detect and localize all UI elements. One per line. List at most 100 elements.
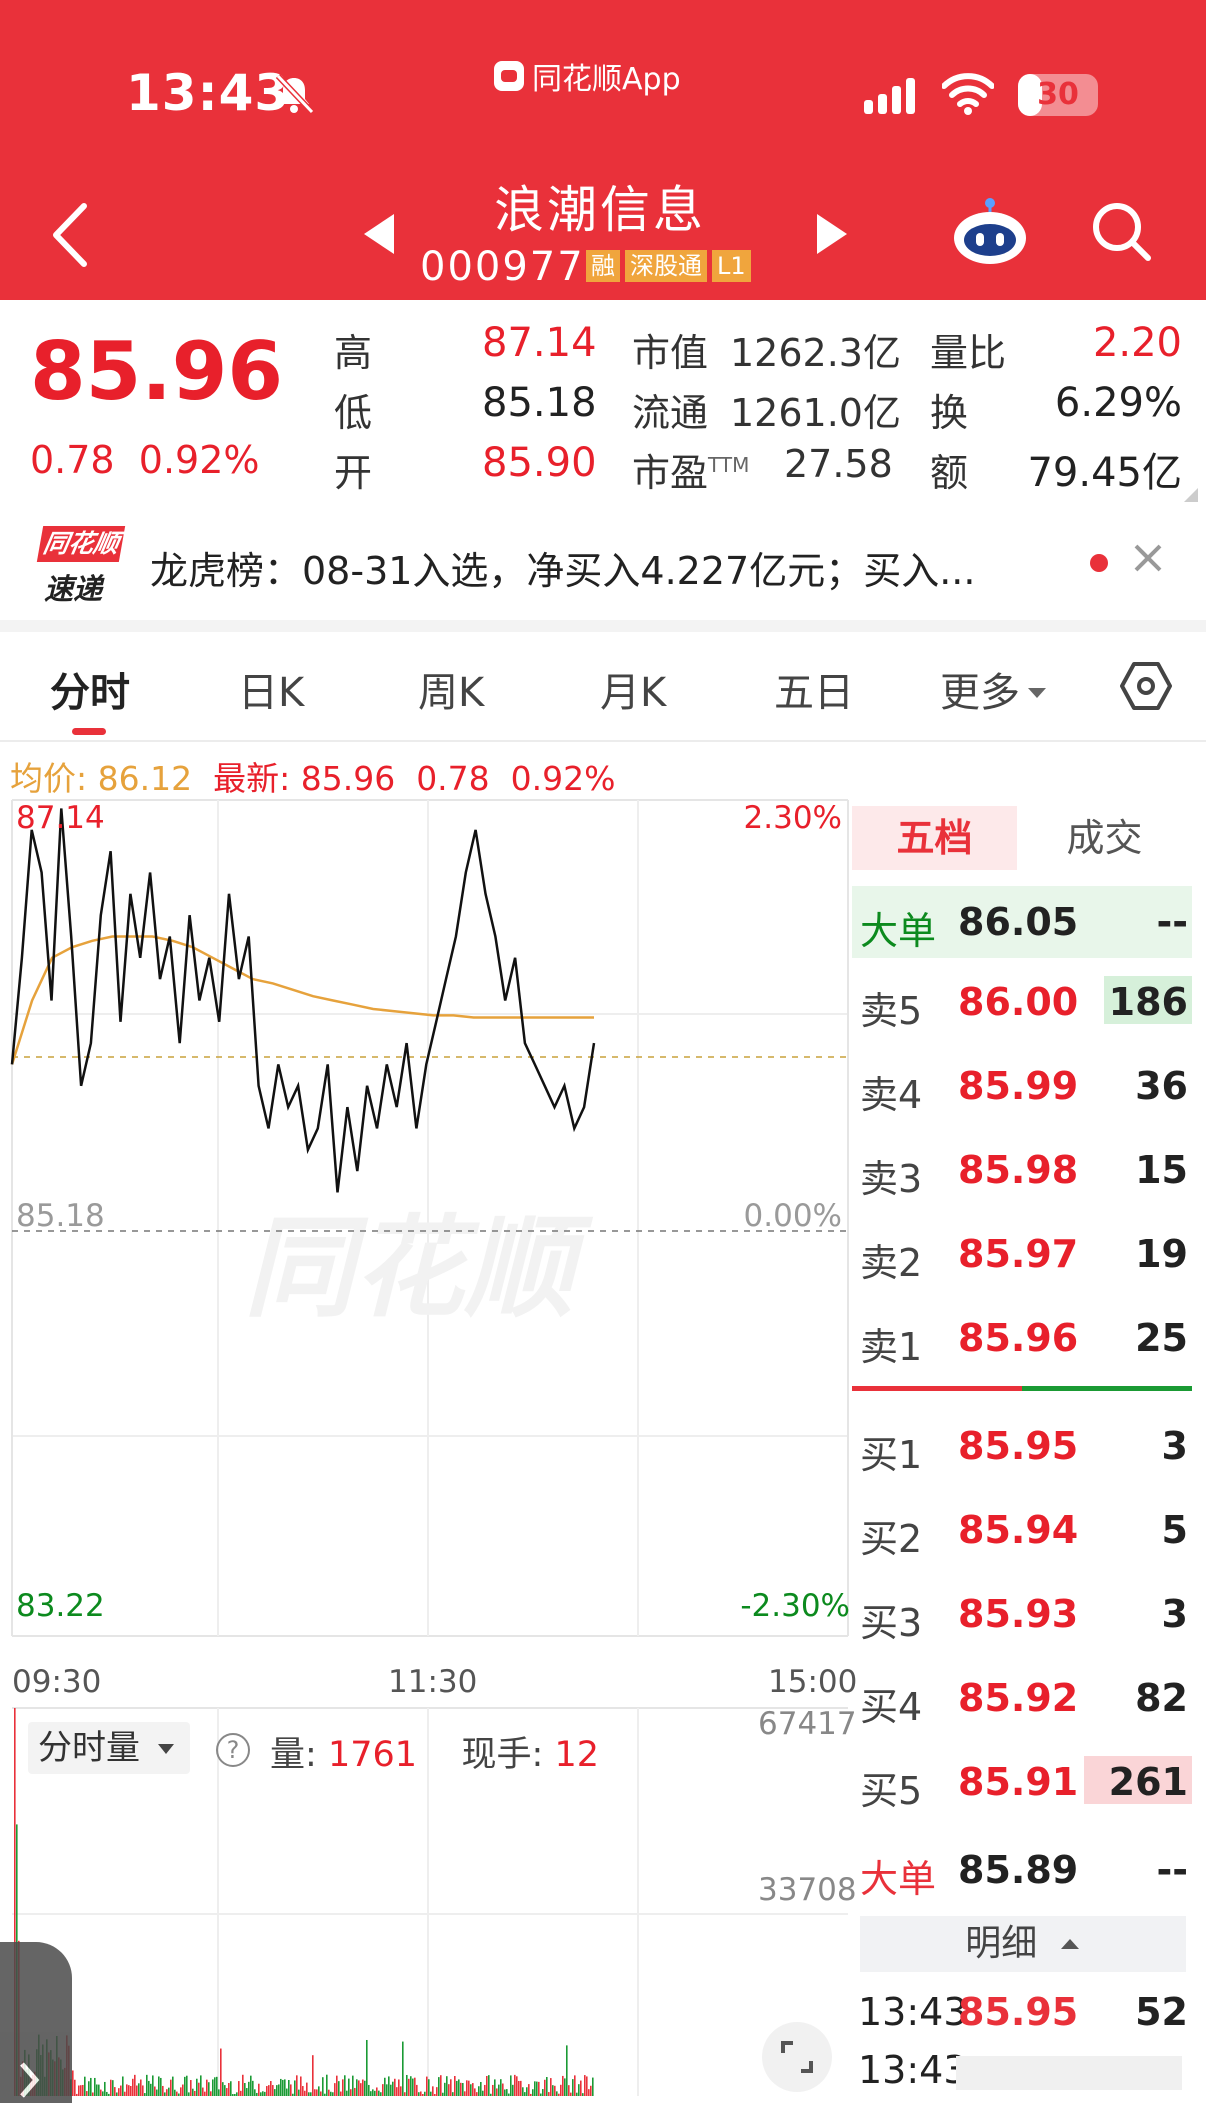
resize-corner-icon <box>1184 488 1198 502</box>
big-sell-row[interactable]: 大单 86.05 -- <box>852 886 1192 958</box>
pct-axis-mid: 0.00% <box>743 1198 842 1234</box>
prev-stock-icon[interactable] <box>362 212 396 256</box>
volume-bar <box>518 2080 520 2096</box>
volume-bar <box>164 2092 166 2096</box>
amount-value: 79.45亿 <box>1027 450 1182 496</box>
volume-bar <box>176 2091 178 2096</box>
volume-bar <box>210 2091 212 2096</box>
volume-bar <box>298 2089 300 2096</box>
tab-intraday[interactable]: 分时 <box>50 660 130 718</box>
volume-bar <box>284 2079 286 2096</box>
mktcap-value: 1262.3亿 <box>730 331 901 375</box>
bid-row[interactable]: 买2 85.94 5 <box>852 1498 1192 1561</box>
volume-bar <box>158 2076 160 2096</box>
volume-bar <box>488 2075 490 2096</box>
volume-bar <box>590 2085 592 2096</box>
volume-bar <box>556 2091 558 2096</box>
ask-volume: 19 <box>1135 1232 1188 1276</box>
intraday-chart[interactable]: 同花顺 <box>0 796 852 2103</box>
bid-row[interactable]: 买1 85.95 3 <box>852 1414 1192 1477</box>
tab-daily-k[interactable]: 日K <box>238 660 304 718</box>
ask-label: 卖4 <box>860 1073 923 1117</box>
volume-bar <box>374 2090 376 2096</box>
tab-more[interactable]: 更多 <box>940 660 1048 718</box>
volume-bar <box>548 2092 550 2096</box>
volume-bar <box>452 2092 454 2096</box>
float-label: 流通 <box>632 391 709 435</box>
volume-bar <box>464 2091 466 2096</box>
volume-bar <box>360 2083 362 2096</box>
tab-monthly-k[interactable]: 月K <box>600 660 666 718</box>
bid-price: 85.92 <box>958 1676 1079 1720</box>
close-icon[interactable] <box>1128 538 1168 578</box>
volume-bar <box>468 2080 470 2096</box>
robot-assistant-icon[interactable] <box>950 196 1030 266</box>
bid-row[interactable]: 买4 85.92 82 <box>852 1666 1192 1729</box>
tab-weekly-k[interactable]: 周K <box>418 660 484 718</box>
detail-header[interactable]: 明细 <box>860 1916 1186 1972</box>
average-price-line <box>10 935 594 1065</box>
bid-ask-divider <box>852 1386 1192 1391</box>
ask-row[interactable]: 卖4 85.99 36 <box>852 1054 1192 1117</box>
volume-bar <box>192 2088 194 2096</box>
fullscreen-button[interactable] <box>762 2022 832 2092</box>
ask-row[interactable]: 卖2 85.97 19 <box>852 1222 1192 1285</box>
bid-row[interactable]: 买3 85.93 3 <box>852 1582 1192 1645</box>
volume-bar <box>440 2075 442 2096</box>
volume-bar <box>368 2084 370 2096</box>
tab-five-day[interactable]: 五日 <box>774 660 854 718</box>
order-book-tabs: 五档 成交 <box>852 806 1192 870</box>
ask-row[interactable]: 卖5 86.00 186 <box>852 970 1192 1033</box>
tab-five-levels[interactable]: 五档 <box>852 806 1017 870</box>
open-value: 85.90 <box>482 440 597 486</box>
volume-bar <box>350 2089 352 2096</box>
settings-hexagon-icon[interactable] <box>1118 658 1174 714</box>
volume-bar <box>338 2081 340 2096</box>
volume-bar <box>242 2074 244 2096</box>
bid-volume: 3 <box>1161 1592 1188 1636</box>
volume-bar <box>424 2091 426 2096</box>
volume-bar <box>570 2092 572 2096</box>
tab-trades[interactable]: 成交 <box>1017 806 1192 870</box>
volume-bar <box>358 2080 360 2096</box>
bid-label: 买4 <box>860 1685 923 1729</box>
bid-label: 买5 <box>860 1769 923 1813</box>
volume-bar <box>460 2082 462 2096</box>
next-stock-icon[interactable] <box>815 212 849 256</box>
ask-row[interactable]: 卖3 85.98 15 <box>852 1138 1192 1201</box>
help-icon[interactable]: ? <box>216 1733 250 1767</box>
volume-bar <box>370 2091 372 2096</box>
bid-label: 买2 <box>860 1517 923 1561</box>
x-axis-start: 09:30 <box>12 1664 102 1700</box>
volume-axis-mid: 33708 <box>758 1872 857 1908</box>
side-drawer-handle[interactable] <box>0 1942 72 2103</box>
volume-bar <box>244 2082 246 2096</box>
float-value: 1261.0亿 <box>730 391 901 435</box>
news-text[interactable]: 龙虎榜：08-31入选，净买入4.227亿元；买入... <box>150 540 975 595</box>
stock-tags: 融 深股通 L1 <box>586 250 751 282</box>
active-tab-indicator <box>72 728 106 735</box>
volume-bar <box>512 2084 514 2096</box>
volume-bar <box>222 2082 224 2096</box>
volume-bar <box>524 2092 526 2096</box>
volume-bar <box>418 2092 420 2096</box>
volume-bar <box>88 2081 90 2096</box>
low-value: 85.18 <box>482 380 597 426</box>
volume-bar <box>584 2075 586 2096</box>
volume-bar <box>402 2041 404 2096</box>
bid-row[interactable]: 买5 85.91 261 <box>852 1750 1192 1813</box>
volume-bar <box>178 2093 180 2096</box>
ask-row[interactable]: 卖1 85.96 25 <box>852 1306 1192 1369</box>
watermark: 同花顺 <box>244 1207 594 1330</box>
volume-bar <box>538 2081 540 2096</box>
volume-bar <box>148 2080 150 2096</box>
news-ticker[interactable]: 同花顺 速递 龙虎榜：08-31入选，净买入4.227亿元；买入... <box>0 510 1206 620</box>
big-buy-row[interactable]: 大单 85.89 -- <box>852 1834 1192 1906</box>
source-app-label[interactable]: 同花顺App <box>494 54 681 98</box>
back-chevron-icon[interactable] <box>48 200 92 270</box>
volume-selector[interactable]: 分时量 <box>28 1722 190 1774</box>
search-icon[interactable] <box>1090 200 1152 262</box>
volume-bar <box>356 2079 358 2096</box>
volume-bar <box>184 2076 186 2096</box>
average-line-info: 均价: 86.12 最新: 85.96 0.78 0.92% <box>10 759 616 798</box>
